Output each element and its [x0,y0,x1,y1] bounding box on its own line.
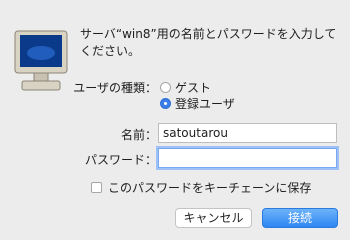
cancel-button[interactable]: キャンセル [175,208,252,228]
keychain-checkbox-box[interactable] [91,182,102,193]
radio-guest-label: ゲスト [175,81,212,95]
name-field[interactable]: satoutarou [158,123,337,143]
user-type-label: ユーザの種類： [73,81,157,95]
radio-registered-indicator[interactable] [160,98,171,109]
dialog-message: サーバ“win8”用の名前とパスワードを入力してください。 [80,27,337,58]
monitor-icon [14,30,68,91]
radio-registered-label: 登録ユーザ [175,97,235,111]
keychain-checkbox[interactable]: このパスワードをキーチェーンに保存 [91,179,311,196]
name-label: 名前： [120,128,157,142]
keychain-label: このパスワードをキーチェーンに保存 [108,181,312,195]
connect-button[interactable]: 接続 [262,208,338,228]
radio-guest-indicator[interactable] [160,82,171,93]
password-field[interactable] [158,148,337,168]
radio-guest[interactable]: ゲスト [160,79,211,96]
password-label: パスワード： [84,153,157,167]
radio-registered-user[interactable]: 登録ユーザ [160,95,235,112]
